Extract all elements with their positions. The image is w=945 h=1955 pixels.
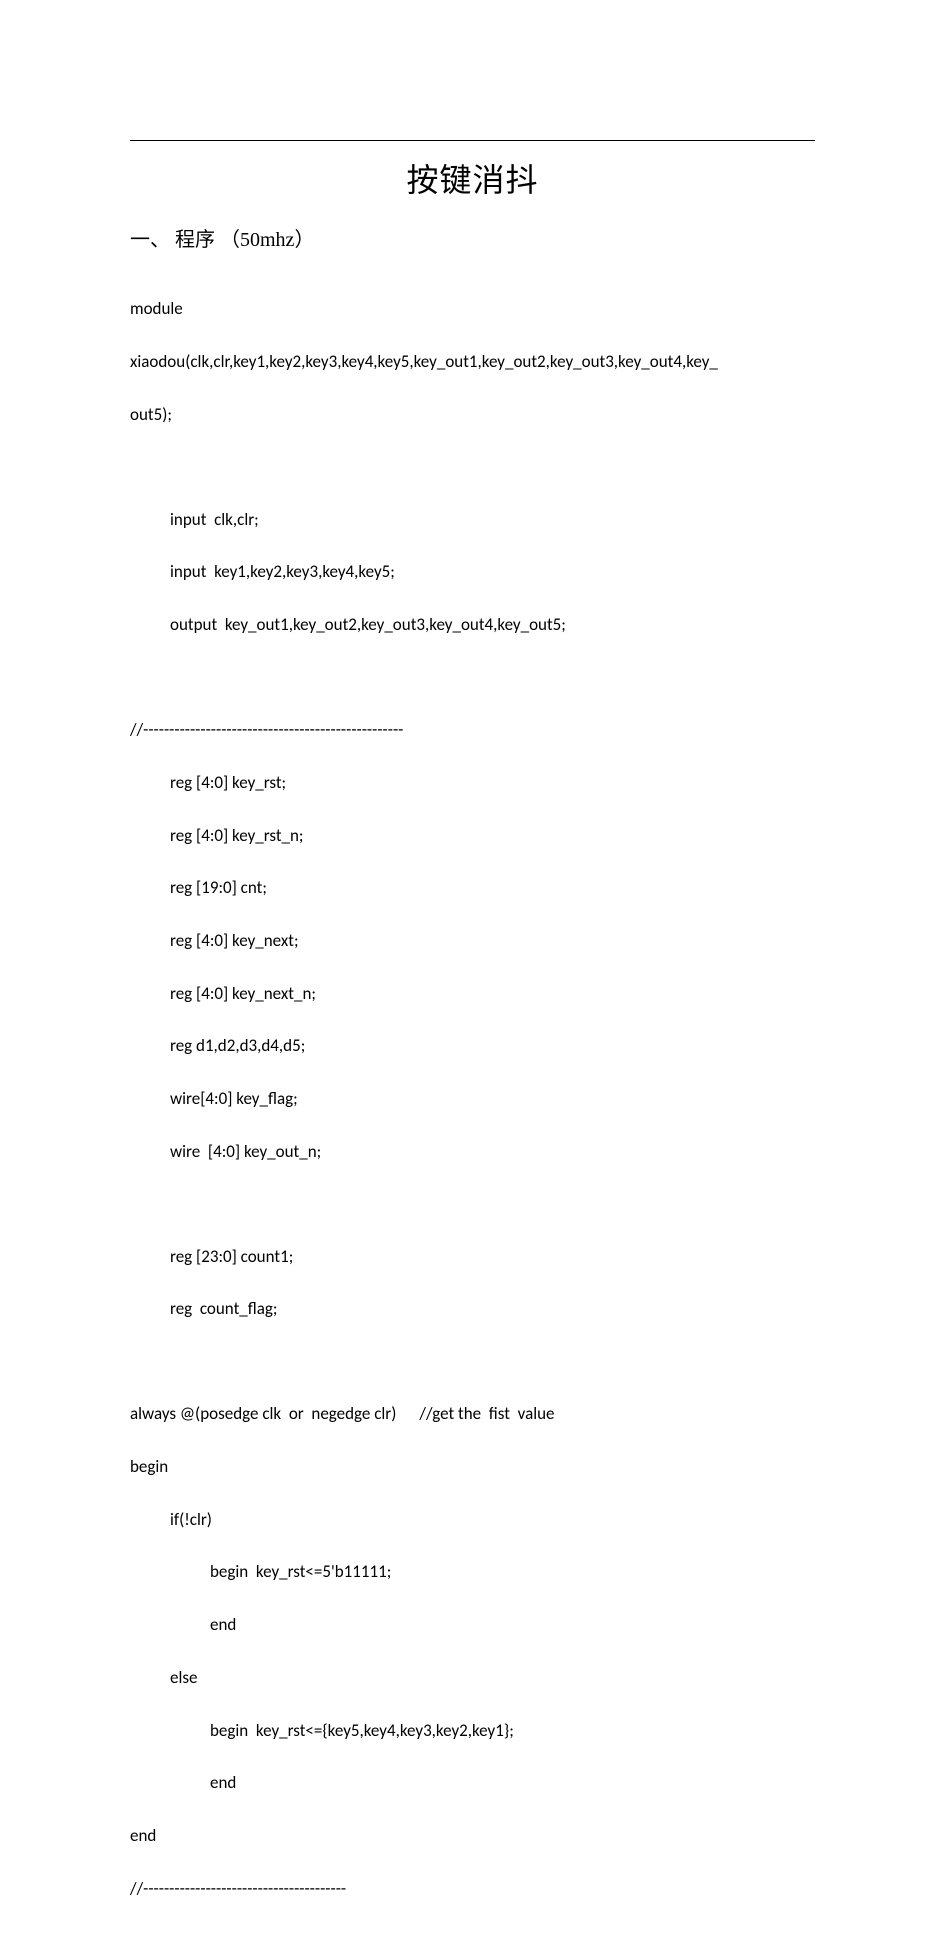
blank-line bbox=[130, 665, 815, 691]
code-line: //--------------------------------------… bbox=[130, 717, 815, 743]
section-label: 程序 bbox=[175, 229, 215, 251]
code-line: reg [4:0] key_rst; bbox=[130, 770, 815, 796]
blank-line bbox=[130, 1349, 815, 1375]
section-heading: 一、 程序 （50mhz） bbox=[130, 223, 815, 252]
blank-line bbox=[130, 1191, 815, 1217]
code-line: //--------------------------------------… bbox=[130, 1876, 815, 1902]
code-line: out5); bbox=[130, 402, 815, 428]
code-block: module xiaodou(clk,clr,key1,key2,key3,ke… bbox=[130, 270, 815, 1955]
code-line: module bbox=[130, 296, 815, 322]
code-line: begin bbox=[130, 1454, 815, 1480]
code-line: reg [23:0] count1; bbox=[130, 1244, 815, 1270]
code-line: reg [4:0] key_next; bbox=[130, 928, 815, 954]
code-line: end bbox=[130, 1823, 815, 1849]
paren-open: （ bbox=[220, 229, 240, 251]
code-line: reg d1,d2,d3,d4,d5; bbox=[130, 1033, 815, 1059]
code-line: else bbox=[130, 1665, 815, 1691]
code-line: reg [19:0] cnt; bbox=[130, 875, 815, 901]
code-line: end bbox=[130, 1770, 815, 1796]
paren-close: ） bbox=[294, 229, 314, 251]
code-line: output key_out1,key_out2,key_out3,key_ou… bbox=[130, 612, 815, 638]
section-freq: 50mhz bbox=[240, 229, 294, 251]
horizontal-rule bbox=[130, 140, 815, 141]
code-line: reg [4:0] key_next_n; bbox=[130, 981, 815, 1007]
document-page: 按键消抖 一、 程序 （50mhz） module xiaodou(clk,cl… bbox=[0, 0, 945, 1955]
code-line: xiaodou(clk,clr,key1,key2,key3,key4,key5… bbox=[130, 349, 815, 375]
code-line: reg count_flag; bbox=[130, 1296, 815, 1322]
code-line: wire [4:0] key_out_n; bbox=[130, 1139, 815, 1165]
page-title: 按键消抖 bbox=[130, 155, 815, 201]
code-line: end bbox=[130, 1612, 815, 1638]
code-line: input clk,clr; bbox=[130, 507, 815, 533]
code-line: wire[4:0] key_flag; bbox=[130, 1086, 815, 1112]
code-line: begin key_rst<={key5,key4,key3,key2,key1… bbox=[130, 1718, 815, 1744]
code-line: always @(posedge clk or negedge clr) //g… bbox=[130, 1401, 815, 1427]
code-line: begin key_rst<=5'b11111; bbox=[130, 1559, 815, 1585]
code-line: reg [4:0] key_rst_n; bbox=[130, 823, 815, 849]
blank-line bbox=[130, 454, 815, 480]
code-line: input key1,key2,key3,key4,key5; bbox=[130, 559, 815, 585]
section-number: 一、 bbox=[130, 229, 170, 251]
code-line: if(!clr) bbox=[130, 1507, 815, 1533]
